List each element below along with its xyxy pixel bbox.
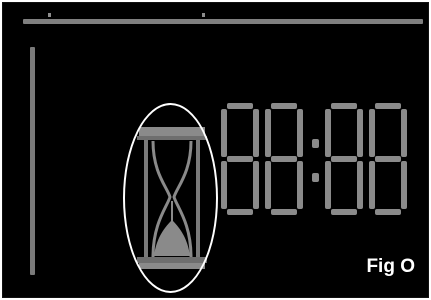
- clock-digits: [221, 103, 407, 215]
- segment-d: [375, 209, 401, 215]
- segment-e: [325, 161, 331, 209]
- figure-label: Fig O: [366, 256, 415, 277]
- segment-c: [253, 161, 259, 209]
- highlight-ellipse: [123, 103, 218, 293]
- segment-b: [357, 109, 363, 157]
- segment-g: [375, 156, 401, 162]
- segment-d: [331, 209, 357, 215]
- clock-digit: [221, 103, 259, 215]
- clock-digit: [369, 103, 407, 215]
- clock-digit: [325, 103, 363, 215]
- segment-f: [325, 109, 331, 157]
- segment-a: [271, 103, 297, 109]
- segment-a: [227, 103, 253, 109]
- segment-f: [265, 109, 271, 157]
- segment-a: [375, 103, 401, 109]
- clock-colon: [312, 139, 319, 182]
- segment-b: [401, 109, 407, 157]
- segment-g: [227, 156, 253, 162]
- segment-g: [331, 156, 357, 162]
- segment-e: [221, 161, 227, 209]
- top-trim: [23, 19, 423, 24]
- segment-f: [369, 109, 375, 157]
- segment-e: [369, 161, 375, 209]
- segment-d: [227, 209, 253, 215]
- segment-c: [357, 161, 363, 209]
- segment-e: [265, 161, 271, 209]
- clock-digit: [265, 103, 303, 215]
- segment-a: [331, 103, 357, 109]
- segment-c: [297, 161, 303, 209]
- segment-b: [297, 109, 303, 157]
- left-trim: [30, 47, 35, 275]
- segment-g: [271, 156, 297, 162]
- segment-f: [221, 109, 227, 157]
- top-trim-tick: [202, 13, 205, 17]
- segment-b: [253, 109, 259, 157]
- seven-segment-clock: [221, 103, 407, 215]
- oven-display-panel: Fig O: [2, 2, 429, 298]
- segment-d: [271, 209, 297, 215]
- segment-c: [401, 161, 407, 209]
- top-trim-tick: [48, 13, 51, 17]
